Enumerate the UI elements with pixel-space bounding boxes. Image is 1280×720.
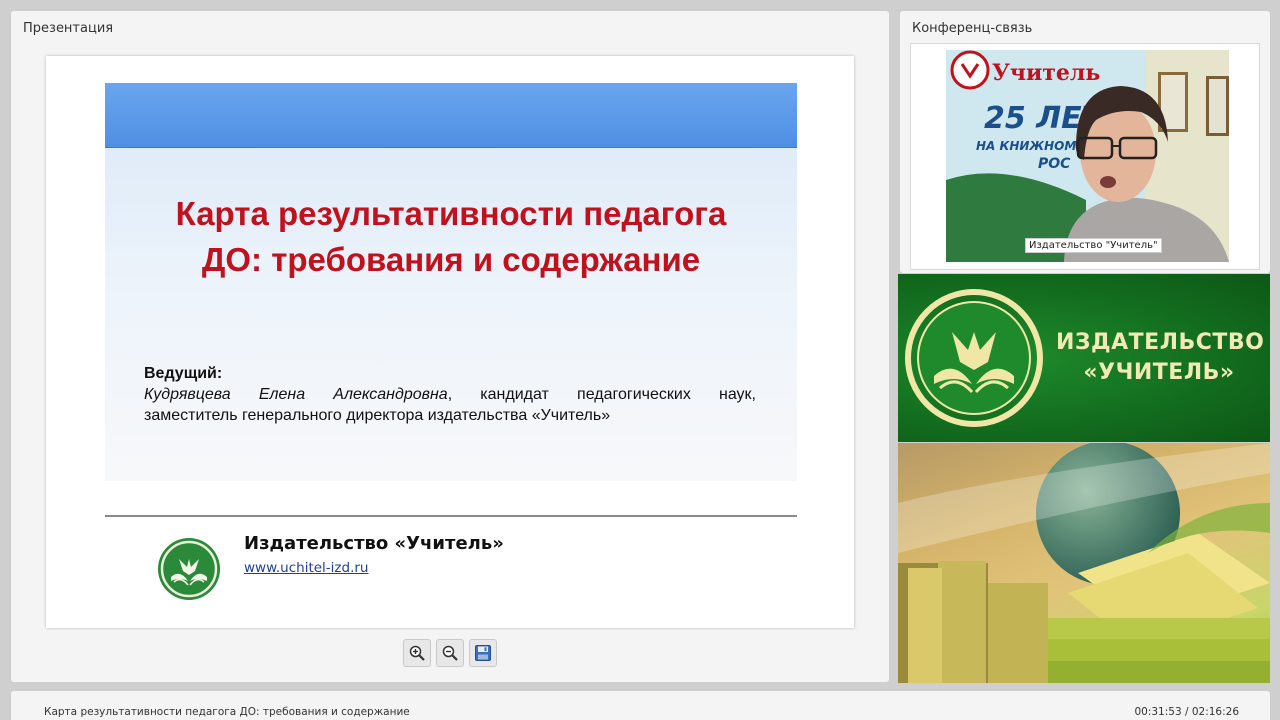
presenter-role-part2: заместитель генерального директора издат…: [144, 407, 611, 424]
backdrop-text-top: Учитель: [992, 60, 1100, 86]
books-globe-image: [898, 443, 1270, 683]
slide-title-line1: Карта результативности педагога: [175, 195, 727, 232]
save-button[interactable]: [469, 639, 497, 667]
zoom-out-button[interactable]: [436, 639, 464, 667]
backdrop-text-sub: НА КНИЖНОМ: [976, 139, 1076, 153]
presentation-panel-title: Презентация: [23, 21, 114, 36]
webcam-scene: Учитель 25 ЛЕТ НА КНИЖНОМ РОС: [946, 50, 1229, 262]
slide-title-line2: ДО: требования и содержание: [201, 241, 701, 278]
playback-time: 00:31:53 / 02:16:26: [1134, 706, 1239, 718]
banner-line1: ИЗДАТЕЛЬСТВО: [1056, 330, 1265, 355]
video-caption: Издательство "Учитель": [1025, 238, 1162, 253]
banner-logo-icon: [905, 289, 1043, 427]
conference-panel: Конференц-связь Учитель 25 ЛЕТ НА КНИЖНО…: [900, 11, 1270, 273]
banner-line2: «УЧИТЕЛЬ»: [1083, 360, 1235, 385]
presenter-label: Ведущий:: [144, 365, 223, 382]
presenter-info: Ведущий: Кудрявцева Елена Александровна,…: [144, 363, 756, 426]
publisher-name: Издательство «Учитель»: [244, 533, 504, 554]
backdrop-text-sub2: РОС: [1038, 156, 1071, 172]
save-icon: [475, 645, 491, 661]
publisher-url-link[interactable]: www.uchitel-izd.ru: [244, 560, 369, 576]
conference-panel-title: Конференц-связь: [912, 21, 1033, 36]
video-frame: Учитель 25 ЛЕТ НА КНИЖНОМ РОС Издательст…: [910, 43, 1260, 270]
status-bar: Карта результативности педагога ДО: треб…: [11, 691, 1270, 720]
zoom-in-button[interactable]: [403, 639, 431, 667]
slide: Карта результативности педагога ДО: треб…: [46, 56, 854, 628]
presenter-name: Кудрявцева Елена Александровна: [144, 386, 448, 403]
webcam-video[interactable]: Учитель 25 ЛЕТ НА КНИЖНОМ РОС Издательст…: [946, 50, 1229, 262]
banner-text: ИЗДАТЕЛЬСТВО «УЧИТЕЛЬ»: [1056, 328, 1265, 388]
zoom-in-icon: [409, 645, 425, 661]
presentation-panel: Презентация Карта результативности педаг…: [11, 11, 889, 682]
slide-title: Карта результативности педагога ДО: треб…: [105, 191, 797, 283]
slide-top-bar: [105, 83, 797, 148]
slide-header-area: Карта результативности педагога ДО: треб…: [105, 83, 797, 481]
slide-divider: [105, 515, 797, 517]
presenter-role-part1: , кандидат педагогических наук,: [447, 386, 757, 403]
zoom-out-icon: [442, 645, 458, 661]
presenter-line: Кудрявцева Елена Александровна, кандидат…: [144, 384, 756, 405]
publisher-logo-icon: [158, 538, 220, 600]
publisher-banner: ИЗДАТЕЛЬСТВО «УЧИТЕЛЬ»: [898, 274, 1270, 442]
books-illustration: [898, 443, 1270, 683]
status-title: Карта результативности педагога ДО: треб…: [44, 706, 410, 718]
